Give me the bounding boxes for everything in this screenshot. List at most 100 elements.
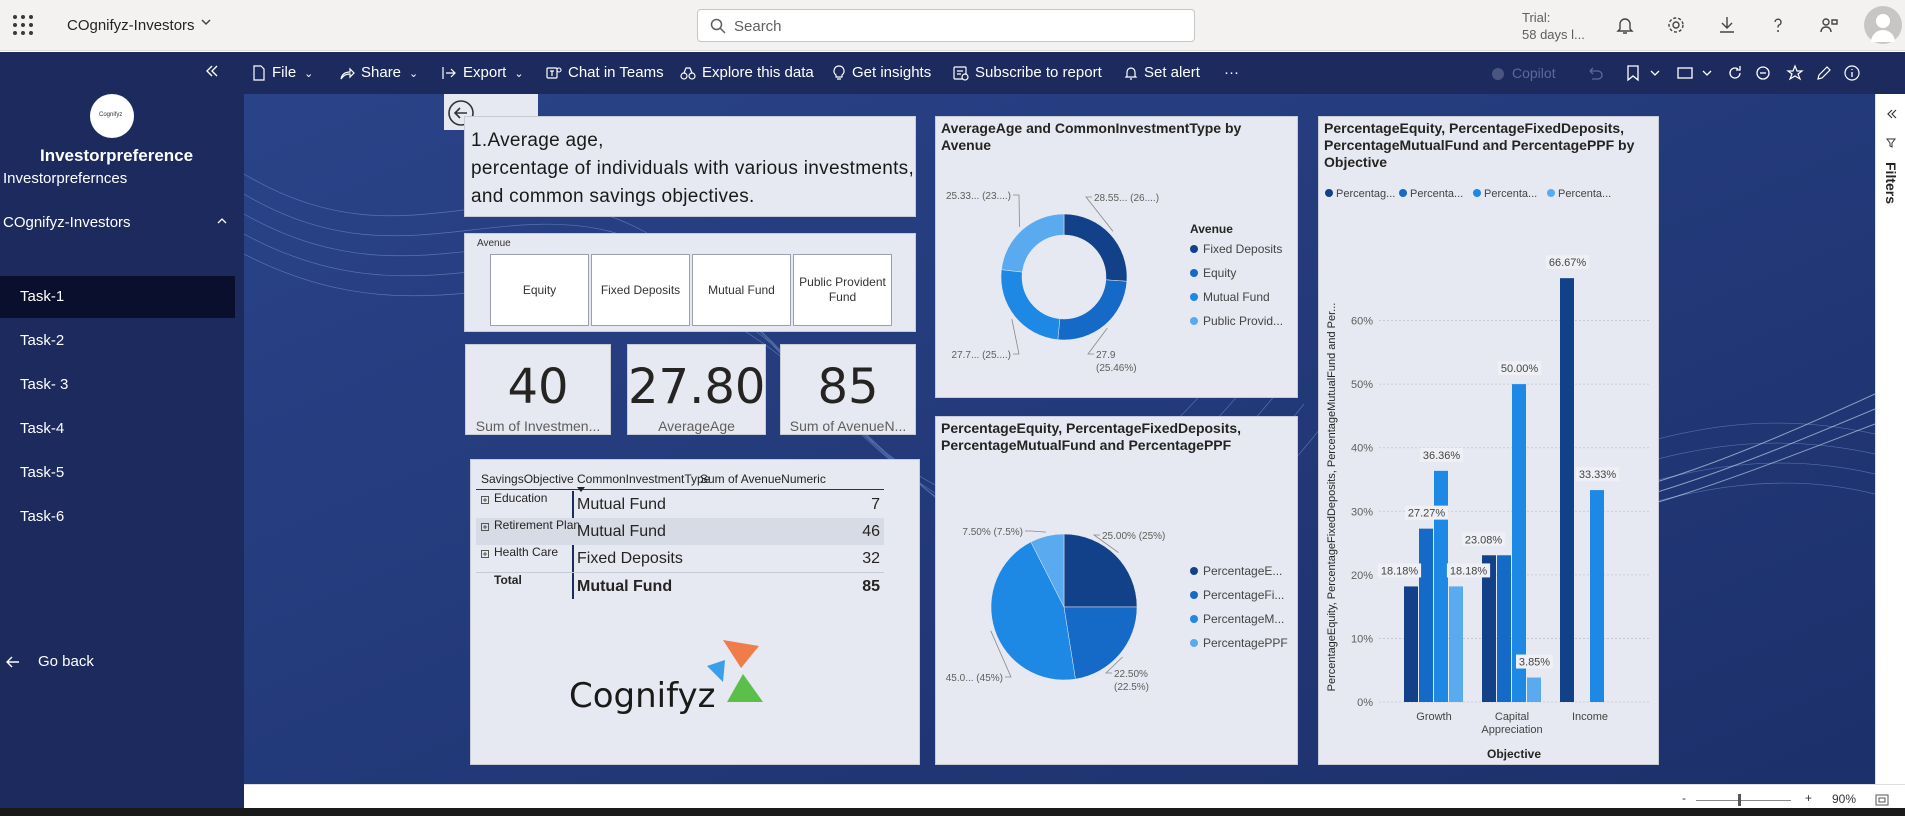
kpi-card-average-age: 27.80 AverageAge [627, 344, 766, 435]
favorite-star-icon[interactable] [1786, 64, 1804, 82]
matrix-table-card: SavingsObjective CommonInvestmentType Su… [470, 459, 920, 765]
edit-pencil-icon[interactable] [1815, 64, 1833, 82]
row-header: Health Care [494, 545, 559, 559]
top-bar: COgnifyz-Investors Search Trial: 58 days… [0, 0, 1905, 51]
data-label: 18.18% [1450, 565, 1488, 577]
search-box[interactable]: Search [697, 9, 1195, 42]
zoom-level: 90% [1832, 792, 1857, 806]
expand-filters-icon[interactable] [1885, 108, 1897, 120]
y-tick-label: 20% [1351, 570, 1373, 582]
y-tick-label: 10% [1351, 633, 1373, 645]
sidebar-item-cognifyz-investors[interactable]: COgnifyz-Investors [0, 202, 235, 244]
download-icon[interactable] [1716, 14, 1738, 36]
bell-icon [1124, 67, 1138, 80]
table-cell: Mutual Fund [577, 523, 666, 540]
copilot-icon [1492, 68, 1504, 81]
fit-to-page-icon[interactable] [1875, 794, 1889, 806]
data-label: 23.08% [1465, 534, 1503, 546]
filters-label: Filters [1883, 162, 1899, 205]
zoom-out-button[interactable]: - [1682, 791, 1686, 805]
export-menu[interactable]: Export ⌄ [441, 52, 524, 94]
expand-icon[interactable] [481, 496, 489, 504]
collapse-sidebar-icon[interactable] [205, 62, 219, 84]
gear-icon[interactable] [1665, 14, 1687, 36]
filter-icon [1886, 138, 1896, 148]
legend-item: Percenta... [1410, 188, 1463, 200]
sidebar: Cognifyz Investorpreference Investorpref… [0, 52, 244, 816]
undo-icon[interactable] [1586, 64, 1604, 82]
chevron-down-icon[interactable] [200, 16, 212, 31]
sidebar-item-task-4[interactable]: Task-4 [0, 408, 235, 450]
chat-in-teams-button[interactable]: Chat in Teams [546, 52, 664, 94]
taskbar-strip [0, 808, 1905, 816]
x-tick-label: Growth [1416, 711, 1451, 723]
legend-item: Public Provid... [1203, 314, 1283, 328]
set-alert-button[interactable]: Set alert [1124, 52, 1200, 94]
sidebar-item-investorprefernces[interactable]: Investorprefernces [0, 158, 235, 200]
copilot-button[interactable]: Copilot [1490, 52, 1556, 94]
bar [1434, 470, 1448, 702]
avatar[interactable] [1864, 6, 1902, 44]
leader-line [1013, 194, 1020, 227]
subscribe-button[interactable]: Subscribe to report [953, 52, 1102, 94]
kpi-label: AverageAge [658, 418, 735, 434]
chevron-down-icon[interactable] [1646, 64, 1664, 82]
sidebar-item-task-2[interactable]: Task-2 [0, 320, 235, 362]
total-cell: Mutual Fund [577, 578, 673, 595]
chevron-down-icon[interactable] [1698, 64, 1716, 82]
app-launcher-icon[interactable] [12, 14, 34, 36]
table-cell: Mutual Fund [577, 496, 666, 513]
bar [1497, 555, 1511, 702]
comment-icon[interactable] [1754, 64, 1772, 82]
data-label: (22.5%) [1114, 682, 1149, 693]
expand-icon[interactable] [481, 523, 489, 531]
explore-data-button[interactable]: Explore this data [680, 52, 814, 94]
bell-icon[interactable] [1614, 14, 1636, 36]
sidebar-item-task-3[interactable]: Task- 3 [0, 364, 235, 406]
workspace-name[interactable]: COgnifyz-Investors [67, 17, 195, 34]
help-icon[interactable] [1767, 14, 1789, 36]
legend-marker [1190, 639, 1198, 647]
slicer-option-mutual-fund[interactable]: Mutual Fund [692, 254, 791, 326]
more-options-button[interactable]: ··· [1224, 52, 1239, 94]
donut-chart-card[interactable]: AverageAge and CommonInvestmentType by A… [935, 116, 1298, 398]
pie-chart-card[interactable]: PercentageEquity, PercentageFixedDeposit… [935, 416, 1298, 765]
y-tick-label: 50% [1351, 379, 1373, 391]
slicer-option-ppf[interactable]: Public Provident Fund [793, 254, 892, 326]
slicer-option-fixed-deposits[interactable]: Fixed Deposits [591, 254, 690, 326]
column-header-sum-avenue[interactable]: Sum of AvenueNumeric [700, 472, 826, 493]
filters-pane[interactable]: Filters [1875, 94, 1905, 784]
zoom-slider-track[interactable] [1696, 800, 1791, 801]
legend-item: Fixed Deposits [1203, 242, 1282, 256]
bar-chart-card[interactable]: PercentageEquity, PercentageFixedDeposit… [1318, 116, 1659, 765]
pie-slice [1001, 213, 1065, 273]
slicer-label: Avenue [477, 238, 511, 249]
info-icon[interactable] [1843, 64, 1861, 82]
view-icon[interactable] [1676, 64, 1694, 82]
share-menu[interactable]: Share ⌄ [339, 52, 418, 94]
data-label: 25.33... (23....) [946, 191, 1011, 202]
sidebar-item-task-6[interactable]: Task-6 [0, 496, 235, 538]
refresh-icon[interactable] [1726, 64, 1744, 82]
legend-marker [1190, 567, 1198, 575]
zoom-slider-thumb[interactable] [1738, 794, 1741, 806]
share-icon [340, 67, 355, 80]
export-label: Export [463, 64, 507, 81]
file-icon [253, 65, 265, 81]
title-textbox: 1.Average age, percentage of individuals… [464, 116, 916, 217]
data-label: 3.85% [1519, 657, 1550, 669]
zoom-in-button[interactable]: + [1805, 791, 1812, 805]
file-menu[interactable]: File ⌄ [252, 52, 313, 94]
slicer-option-equity[interactable]: Equity [490, 254, 589, 326]
get-insights-button[interactable]: Get insights [832, 52, 931, 94]
sidebar-item-task-1[interactable]: Task-1 [0, 276, 235, 318]
column-header-investment-type[interactable]: CommonInvestmentType [577, 472, 710, 493]
x-tick-label: Appreciation [1481, 724, 1542, 736]
bookmark-icon[interactable] [1624, 64, 1642, 82]
feedback-icon[interactable] [1818, 14, 1840, 36]
teams-label: Chat in Teams [568, 64, 664, 81]
expand-icon[interactable] [481, 550, 489, 558]
x-tick-label: Capital [1495, 711, 1529, 723]
y-axis-title: PercentageEquity, PercentageFixedDeposit… [1326, 303, 1338, 692]
sidebar-item-task-5[interactable]: Task-5 [0, 452, 235, 494]
